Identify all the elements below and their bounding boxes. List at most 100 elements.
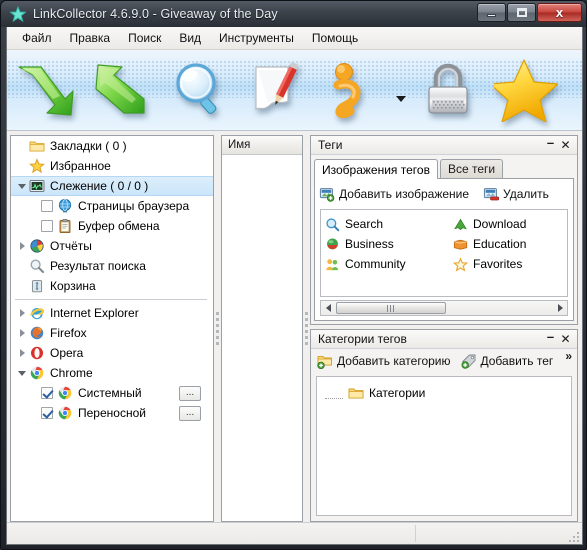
add-tag-button[interactable]: Добавить тег [460,353,553,369]
tree-item-search-result[interactable]: Результат поиска [11,256,213,276]
chrome-portable-options-button[interactable]: ... [179,405,201,421]
tree-item-chrome-system[interactable]: Системный ... [11,383,213,403]
toolbar-button-edit-note[interactable] [238,53,315,127]
categories-panel-header: Категории тегов – ✕ [311,330,577,349]
expander-closed-icon[interactable] [15,349,29,357]
menu-item-view[interactable]: Вид [170,29,210,47]
tree-item-internet-explorer[interactable]: Internet Explorer [11,303,213,323]
tree-item-monitoring[interactable]: Слежение ( 0 / 0 ) [11,176,213,196]
delete-image-button[interactable]: Удалить [483,186,549,202]
tree-item-favorites[interactable]: Избранное [11,156,213,176]
tags-tabstrip: Изображения тегов Все теги [314,158,574,179]
tree-item-label: Закладки ( 0 ) [50,139,127,153]
toolbar-button-signature[interactable] [315,53,392,127]
toolbar-button-export[interactable] [84,53,161,127]
add-folder-icon [317,355,332,369]
tag-label: Community [345,257,406,271]
tree-item-label: Internet Explorer [50,306,139,320]
tags-tab-panel: Добавить изображение Удалить Search Busi… [314,178,574,321]
tree-item-clipboard[interactable]: Буфер обмена [11,216,213,236]
star-outline-icon [453,256,468,272]
tree-item-firefox[interactable]: Firefox [11,323,213,343]
tag-item-download[interactable]: Download [453,214,567,234]
tag-label: Search [345,217,384,231]
expander-open-icon[interactable] [15,183,29,189]
expander-closed-icon[interactable] [15,242,29,250]
minimize-button[interactable] [477,3,506,22]
import-down-arrow-icon [17,66,74,116]
scrollbar-thumb[interactable] [336,302,446,314]
checkbox-browser-pages[interactable] [41,200,53,212]
splitter-tree-name[interactable] [214,135,221,522]
checkbox-chrome-portable[interactable] [41,407,53,419]
resize-grip-icon[interactable] [567,530,579,542]
toolbar-button-import[interactable] [7,53,84,127]
name-list-body[interactable] [222,155,302,521]
scroll-right-icon[interactable] [553,304,567,312]
tree-item-opera[interactable]: Opera [11,343,213,363]
tag-label: Business [345,237,394,251]
chrome-icon [58,386,72,400]
categories-panel-minimize-icon[interactable]: – [543,329,558,349]
menu-item-edit[interactable]: Правка [61,29,120,47]
categories-panel-close-icon[interactable]: ✕ [558,332,573,347]
categories-command-bar: Добавить категорию Добавить тег » [311,349,577,373]
window-title: LinkCollector 4.6.9.0 - Giveaway of the … [33,7,278,21]
tag-item-community[interactable]: Community [325,254,453,274]
tag-item-business[interactable]: Business [325,234,453,254]
tree-item-chrome-portable[interactable]: Переносной ... [11,403,213,423]
menu-item-help[interactable]: Помощь [303,29,367,47]
tags-panel: Теги – ✕ Изображения тегов Все теги Доба… [310,135,578,325]
toolbar-button-lock[interactable] [410,53,487,127]
tag-item-search[interactable]: Search [325,214,453,234]
navigation-tree[interactable]: Закладки ( 0 ) Избранное Слежение (0 / … [10,135,214,522]
expander-closed-icon[interactable] [15,309,29,317]
scroll-left-icon[interactable] [321,304,335,312]
chrome-system-options-button[interactable]: ... [179,385,201,401]
maximize-button[interactable] [507,3,536,22]
splitter-name-docks[interactable] [303,135,310,522]
tree-separator [15,299,207,300]
folder-icon [29,141,45,152]
tree-item-label: Firefox [50,326,87,340]
categories-tree[interactable]: Категории [316,376,572,516]
category-root-item[interactable]: Категории [317,383,571,403]
scrollbar-track[interactable] [335,301,553,315]
add-category-button[interactable]: Добавить категорию [317,353,451,369]
tag-item-favorites[interactable]: Favorites [453,254,567,274]
toolbar-button-search[interactable] [161,53,238,127]
tags-command-bar: Добавить изображение Удалить [315,183,573,205]
checkbox-clipboard[interactable] [41,220,53,232]
tree-item-chrome[interactable]: Chrome [11,363,213,383]
tags-panel-close-icon[interactable]: ✕ [558,138,573,153]
globe-icon [58,198,72,213]
tags-listbox[interactable]: Search Business Community Download Educa… [320,209,568,297]
yellow-star-favorites-icon [493,59,558,122]
toolbar-button-favorites[interactable] [487,53,564,127]
expander-closed-icon[interactable] [15,329,29,337]
toolbar-overflow-icon[interactable]: » [565,349,572,363]
tree-item-browser-pages[interactable]: Страницы браузера [11,196,213,216]
tags-panel-title: Теги [318,138,343,152]
add-image-button[interactable]: Добавить изображение [319,186,469,202]
tree-item-recycle-bin[interactable]: Корзина [11,276,213,296]
tags-panel-minimize-icon[interactable]: – [543,135,558,155]
menu-item-tools[interactable]: Инструменты [210,29,303,47]
close-button[interactable]: x [537,3,582,22]
tree-item-reports[interactable]: Отчёты [11,236,213,256]
expander-open-icon[interactable] [15,370,29,376]
column-header-name[interactable]: Имя [222,136,302,155]
tab-tag-images[interactable]: Изображения тегов [314,159,438,179]
menu-item-file[interactable]: Файл [13,29,61,47]
tag-item-education[interactable]: Education [453,234,567,254]
menu-item-search[interactable]: Поиск [119,29,170,47]
toolbar-dropdown-arrow[interactable] [392,78,410,102]
name-list-panel[interactable]: Имя [221,135,303,522]
firefox-icon [30,326,44,340]
tree-item-bookmarks[interactable]: Закладки ( 0 ) [11,136,213,156]
checkbox-chrome-system[interactable] [41,387,53,399]
tab-all-tags[interactable]: Все теги [439,159,504,178]
tag-label: Education [473,237,527,251]
tags-horizontal-scrollbar[interactable] [320,300,568,316]
ie-icon [30,308,45,320]
